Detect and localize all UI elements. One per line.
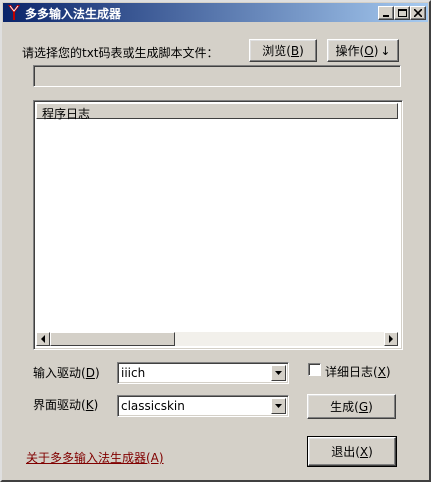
log-listview[interactable]: 程序日志 — [33, 100, 403, 350]
scroll-left-button[interactable] — [36, 332, 50, 346]
down-arrow-icon: ↓ — [380, 43, 391, 58]
generate-button[interactable]: 生成(G) — [307, 394, 396, 419]
ui-driver-value: classicskin — [121, 399, 185, 413]
file-path-field[interactable] — [33, 65, 401, 87]
close-button[interactable] — [410, 6, 426, 20]
maximize-button[interactable] — [394, 6, 410, 20]
window-title: 多多输入法生成器 — [25, 7, 122, 21]
operation-menu-button[interactable]: 操作(O) ↓ — [327, 39, 399, 62]
chevron-down-icon — [275, 371, 282, 375]
minimize-icon — [383, 15, 389, 17]
exit-button[interactable]: 退出(X) — [307, 436, 397, 467]
log-column-header-label: 程序日志 — [42, 107, 91, 121]
title-bar[interactable]: 多多输入法生成器 — [3, 3, 428, 22]
minimize-button[interactable] — [378, 6, 394, 20]
close-icon — [414, 9, 422, 17]
input-driver-value: iiich — [121, 366, 146, 380]
about-link[interactable]: 关于多多输入法生成器(A) — [26, 449, 164, 466]
input-driver-label: 输入驱动(D) — [33, 366, 100, 380]
input-driver-combobox[interactable]: iiich — [117, 362, 289, 384]
horizontal-scrollbar[interactable] — [36, 332, 398, 346]
maximize-icon — [397, 9, 407, 17]
scroll-right-button[interactable] — [384, 332, 398, 346]
verbose-log-checkbox[interactable] — [308, 363, 321, 376]
ui-driver-combobox[interactable]: classicskin — [117, 395, 289, 417]
verbose-log-label[interactable]: 详细日志(X) — [325, 363, 391, 380]
file-prompt-label: 请选择您的txt码表或生成脚本文件： — [22, 46, 219, 60]
chevron-down-icon — [275, 404, 282, 408]
input-driver-dropdown-button[interactable] — [271, 365, 286, 381]
browse-button[interactable]: 浏览(B) — [249, 39, 317, 62]
app-logo-icon — [8, 5, 20, 20]
arrow-right-icon — [389, 335, 393, 343]
log-column-header[interactable]: 程序日志 — [36, 103, 398, 121]
ui-driver-label: 界面驱动(K) — [33, 398, 99, 412]
main-window: 多多输入法生成器 请选择您的txt码表或生成脚本文件： 浏览(B) 操作(O) ↓… — [0, 0, 431, 482]
horizontal-scroll-thumb[interactable] — [50, 332, 175, 346]
arrow-left-icon — [41, 335, 45, 343]
ui-driver-dropdown-button[interactable] — [271, 398, 286, 414]
